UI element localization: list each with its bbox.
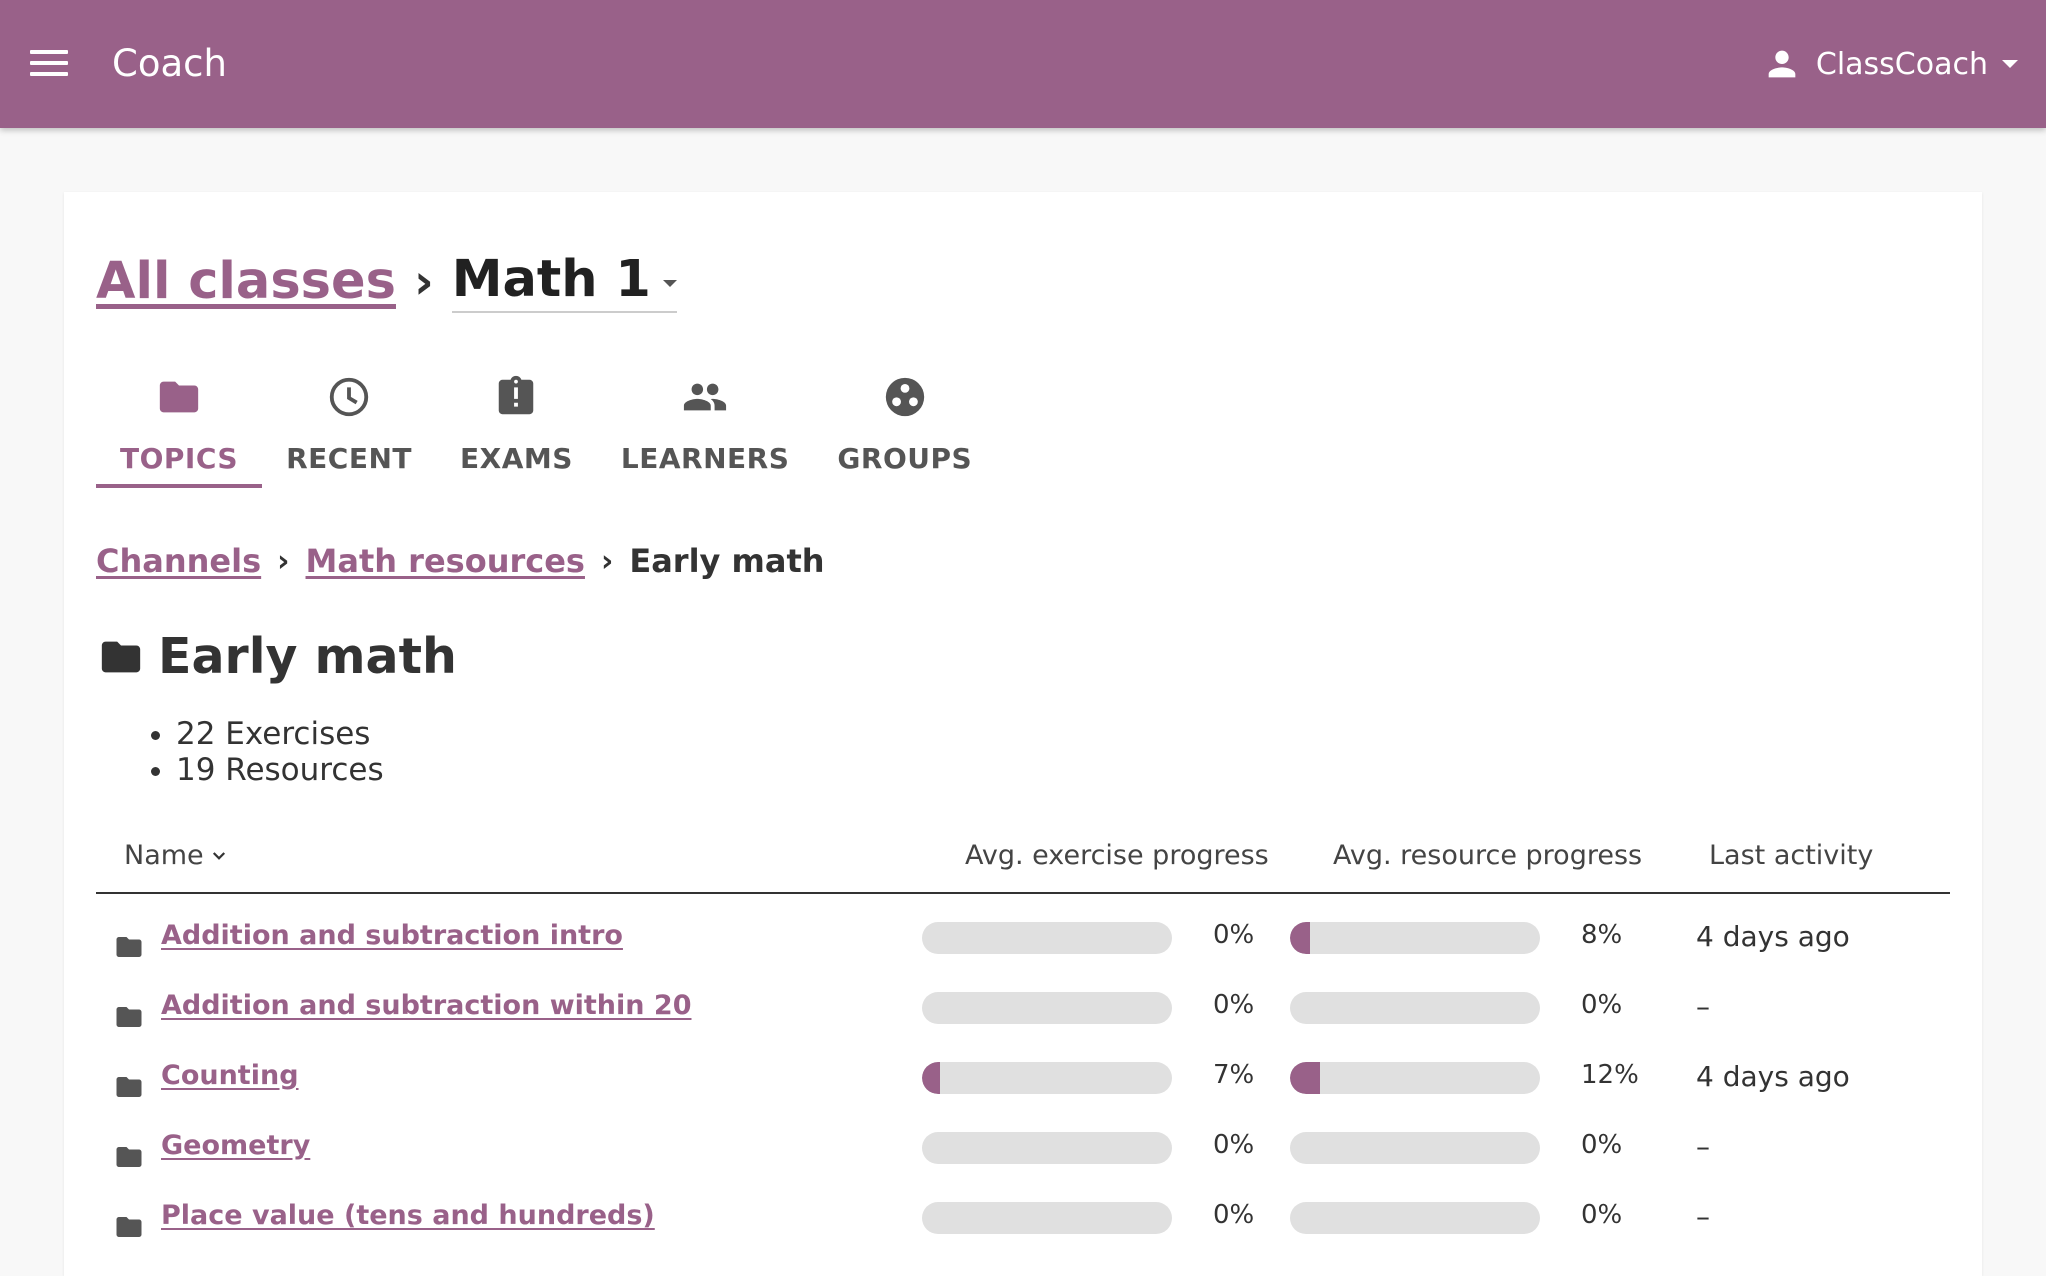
tab-recent[interactable]: RECENT: [262, 364, 436, 488]
table-row: Addition and subtraction intro 0% 8% 4 days…: [96, 900, 1950, 970]
tab-label: RECENT: [286, 442, 412, 475]
resource-progress-value: 0%: [1581, 1200, 1623, 1230]
last-activity: –: [1696, 1200, 1710, 1233]
folder-icon: [159, 381, 199, 413]
exercise-progress-bar: [922, 1202, 1172, 1234]
topic-link[interactable]: Addition and subtraction intro: [161, 920, 623, 951]
last-activity: 4 days ago: [1696, 920, 1850, 953]
table-row: Addition and subtraction within 20 0% 0% –: [96, 970, 1950, 1040]
exercise-progress-value: 0%: [1213, 990, 1255, 1020]
coach-tabs: TOPICS RECENT EXAMS LEARNERS GROUPS: [96, 364, 996, 488]
chevron-down-icon: [2002, 60, 2018, 68]
hamburger-menu-icon[interactable]: [30, 50, 68, 78]
resource-progress-value: 8%: [1581, 920, 1623, 950]
folder-icon: [112, 932, 146, 962]
breadcrumb-separator: ›: [413, 253, 434, 310]
column-header-last-activity: Last activity: [1709, 840, 1874, 871]
table-row: Geometry 0% 0% –: [96, 1110, 1950, 1180]
resource-progress-bar: [1290, 1202, 1540, 1234]
topic-link[interactable]: Addition and subtraction within 20: [161, 990, 691, 1021]
app-bar: Coach ClassCoach: [0, 0, 2046, 128]
dropdown-caret-icon: [662, 280, 677, 287]
breadcrumb-math-resources-link[interactable]: Math resources: [306, 542, 585, 580]
exercise-progress-value: 0%: [1213, 920, 1255, 950]
topic-link[interactable]: Counting: [161, 1060, 299, 1091]
tab-label: TOPICS: [120, 442, 239, 475]
resource-progress-value: 0%: [1581, 990, 1623, 1020]
column-header-name: Name: [124, 840, 204, 871]
breadcrumb-separator: ›: [600, 543, 614, 579]
folder-icon: [112, 1072, 146, 1102]
folder-icon: [112, 1002, 146, 1032]
last-activity: –: [1696, 990, 1710, 1023]
page-title: Early math: [158, 628, 457, 685]
exercise-progress-bar: [922, 922, 1172, 954]
resource-progress-fill: [1290, 1062, 1320, 1094]
main-content-card: All classes › Math 1 TOPICS RECENT EXAMS…: [64, 192, 1982, 1276]
resource-progress-value: 12%: [1581, 1060, 1639, 1090]
tab-topics[interactable]: TOPICS: [96, 364, 263, 488]
topic-link[interactable]: Geometry: [161, 1130, 310, 1161]
last-activity: –: [1696, 1130, 1710, 1163]
resource-progress-bar: [1290, 1132, 1540, 1164]
exercise-progress-fill: [922, 1062, 940, 1094]
tab-label: GROUPS: [837, 442, 973, 475]
exam-clipboard-icon: [499, 375, 534, 415]
table-row: Place value (tens and hundreds) 0% 0% –: [96, 1180, 1950, 1250]
clock-icon: [329, 377, 369, 417]
breadcrumb: Channels › Math resources › Early math: [96, 542, 825, 580]
topic-link[interactable]: Place value (tens and hundreds): [161, 1200, 655, 1231]
resource-progress-bar: [1290, 992, 1540, 1024]
app-title: Coach: [112, 42, 227, 85]
name-column-sort[interactable]: Name: [124, 840, 228, 871]
people-icon: [684, 383, 727, 411]
table-row: Counting 7% 12% 4 days ago: [96, 1040, 1950, 1110]
tab-groups[interactable]: GROUPS: [813, 364, 996, 488]
all-classes-link[interactable]: All classes: [96, 252, 396, 311]
class-header: All classes › Math 1: [96, 250, 677, 313]
exercise-progress-value: 0%: [1213, 1130, 1255, 1160]
last-activity: 4 days ago: [1696, 1060, 1850, 1093]
breadcrumb-current: Early math: [629, 542, 825, 580]
resource-progress-bar: [1290, 1062, 1540, 1094]
groups-icon: [885, 377, 924, 417]
class-select-dropdown[interactable]: Math 1: [451, 250, 677, 313]
tab-label: LEARNERS: [620, 442, 790, 475]
topic-heading: Early math: [98, 628, 457, 685]
person-icon: [1768, 50, 1796, 78]
resource-progress-value: 0%: [1581, 1130, 1623, 1160]
user-name: ClassCoach: [1815, 46, 1988, 82]
folder-icon: [112, 1142, 146, 1172]
chevron-down-icon: [212, 851, 225, 860]
exercise-progress-value: 0%: [1213, 1200, 1255, 1230]
table-header: Name Avg. exercise progress Avg. resourc…: [96, 832, 1950, 894]
resource-progress-bar: [1290, 922, 1540, 954]
resource-count: 19 Resources: [176, 752, 384, 788]
column-header-resource-progress: Avg. resource progress: [1333, 840, 1643, 871]
column-header-exercise-progress: Avg. exercise progress: [965, 840, 1269, 871]
class-name: Math 1: [451, 250, 651, 309]
breadcrumb-separator: ›: [277, 543, 290, 579]
tab-label: EXAMS: [459, 442, 573, 475]
folder-icon: [101, 641, 141, 672]
folder-icon: [112, 1212, 146, 1242]
exercise-progress-bar: [922, 1062, 1172, 1094]
resource-progress-fill: [1290, 922, 1310, 954]
exercise-progress-value: 7%: [1213, 1060, 1255, 1090]
user-menu-button[interactable]: ClassCoach: [1762, 40, 2018, 88]
tab-exams[interactable]: EXAMS: [436, 364, 597, 488]
exercise-progress-bar: [922, 1132, 1172, 1164]
tab-learners[interactable]: LEARNERS: [597, 364, 814, 488]
content-counts-list: 22 Exercises 19 Resources: [136, 716, 384, 788]
exercise-count: 22 Exercises: [176, 716, 384, 752]
exercise-progress-bar: [922, 992, 1172, 1024]
breadcrumb-channels-link[interactable]: Channels: [96, 542, 261, 580]
